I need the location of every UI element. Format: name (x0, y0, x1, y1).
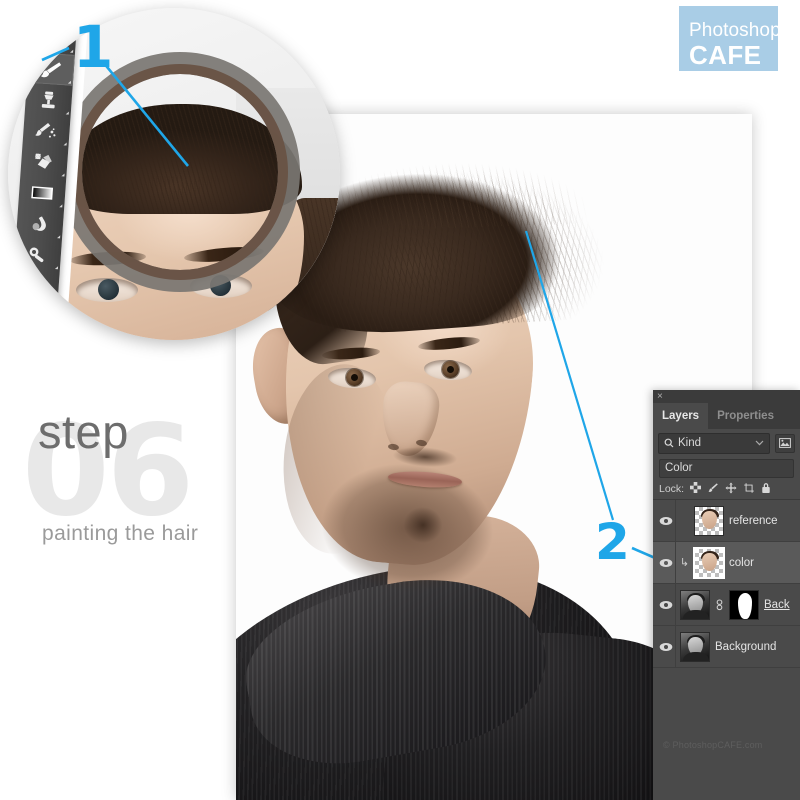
healing-brush-tool[interactable] (29, 21, 77, 55)
layer-visibility-toggle[interactable] (657, 558, 675, 568)
table-row[interactable]: Back (653, 584, 800, 626)
history-brush-tool[interactable] (22, 114, 70, 148)
layer-name[interactable]: color (729, 557, 754, 569)
step-caption: painting the hair (42, 522, 199, 545)
divider (675, 500, 676, 541)
tool-options-triangle (67, 79, 71, 84)
layers-panel: × Layers Properties Kind Color Lock: ref… (653, 390, 800, 800)
tool-options-triangle (58, 203, 62, 207)
step-word: step (38, 405, 129, 458)
filter-kind-label: Kind (678, 437, 702, 449)
divider (675, 626, 676, 667)
chevron-down-icon[interactable] (755, 438, 764, 448)
artboard-lock-icon[interactable] (743, 482, 755, 497)
watermark: © PhotoshopCAFE.com (663, 740, 763, 750)
eye-icon (659, 600, 673, 609)
layer-name[interactable]: Background (715, 641, 776, 653)
thumb-body (683, 651, 709, 661)
table-row[interactable]: ↳ color (653, 542, 800, 584)
layer-thumbnail[interactable] (680, 631, 710, 662)
pupil-left (351, 374, 358, 381)
layer-mask-thumbnail[interactable] (729, 589, 759, 620)
layer-mask-link-icon[interactable] (715, 598, 724, 611)
pen-tool[interactable] (12, 268, 60, 302)
lock-label: Lock: (659, 483, 685, 495)
thumb-body (683, 609, 709, 619)
magnified-iris-left (98, 279, 119, 300)
panel-tabs: Layers Properties (653, 403, 800, 429)
pupil-right (447, 366, 454, 373)
step-label-block: 06 step painting the hair (18, 400, 233, 560)
brush-lock-icon[interactable] (707, 482, 719, 497)
search-icon (664, 438, 674, 448)
layer-filter-row: Kind (653, 429, 800, 457)
eye-icon (659, 642, 673, 651)
mask-shape (738, 592, 752, 619)
layer-visibility-toggle[interactable] (657, 642, 675, 652)
tool-options-triangle (56, 234, 60, 238)
panel-empty-area: © PhotoshopCAFE.com (653, 668, 800, 764)
clone-stamp-tool[interactable] (25, 83, 73, 117)
tool-options-triangle (52, 296, 56, 300)
lock-row: Lock: (653, 479, 800, 499)
photoshopcafe-logo: Photoshop CAFE (679, 6, 781, 71)
filter-pixel-layers-icon[interactable] (775, 433, 795, 453)
eye-icon (659, 558, 673, 567)
tool-options-triangle (65, 110, 69, 115)
layer-visibility-toggle[interactable] (657, 600, 675, 610)
layer-name[interactable]: reference (729, 515, 778, 527)
filter-kind-select[interactable]: Kind (658, 432, 770, 454)
thumb-face (702, 510, 717, 529)
clipping-mask-icon: ↳ (679, 557, 690, 569)
tab-layers[interactable]: Layers (653, 403, 709, 429)
callout-number-2: 2 (595, 513, 630, 571)
logo-top-text: Photoshop (689, 20, 781, 41)
dodge-tool[interactable] (14, 237, 62, 271)
lock-all-icon[interactable] (761, 482, 771, 497)
layer-thumbnail[interactable] (694, 505, 724, 536)
layer-name[interactable]: Back (764, 599, 790, 611)
logo-bottom-text: CAFE (689, 40, 762, 70)
eraser-tool[interactable] (20, 144, 68, 178)
close-icon[interactable]: × (657, 390, 663, 403)
table-row[interactable]: reference (653, 500, 800, 542)
thumb-face (702, 552, 717, 571)
gradient-tool[interactable] (18, 175, 66, 209)
type-tool[interactable] (10, 299, 58, 333)
blur-tool[interactable] (16, 206, 64, 240)
transparency-lock-icon[interactable] (690, 482, 702, 496)
divider (675, 584, 676, 625)
callout-number-1: 1 (73, 13, 113, 81)
panel-titlebar: × (653, 390, 800, 403)
layer-visibility-toggle[interactable] (657, 516, 675, 526)
tool-options-triangle (63, 141, 67, 146)
brush-cursor-inner-ring (72, 64, 288, 280)
layer-thumbnail[interactable] (693, 546, 725, 579)
layers-list: reference ↳ color Back Background (653, 499, 800, 668)
tool-options-triangle (54, 265, 58, 269)
tool-options-triangle (60, 172, 65, 176)
zoom-inset (8, 8, 340, 374)
eye-icon (659, 516, 673, 525)
table-row[interactable]: Background (653, 626, 800, 668)
tab-properties[interactable]: Properties (708, 403, 783, 429)
magnifier-circle (8, 8, 340, 340)
tool-options-triangle (50, 327, 54, 331)
blend-mode-row: Color (653, 457, 800, 479)
layer-thumbnail[interactable] (680, 589, 710, 620)
move-lock-icon[interactable] (725, 482, 737, 497)
blend-mode-select[interactable]: Color (659, 458, 794, 478)
brush-tool[interactable] (26, 51, 75, 86)
divider (675, 542, 676, 583)
screenshot-root: 1 2 06 step painting the hair Photoshop … (0, 0, 800, 800)
